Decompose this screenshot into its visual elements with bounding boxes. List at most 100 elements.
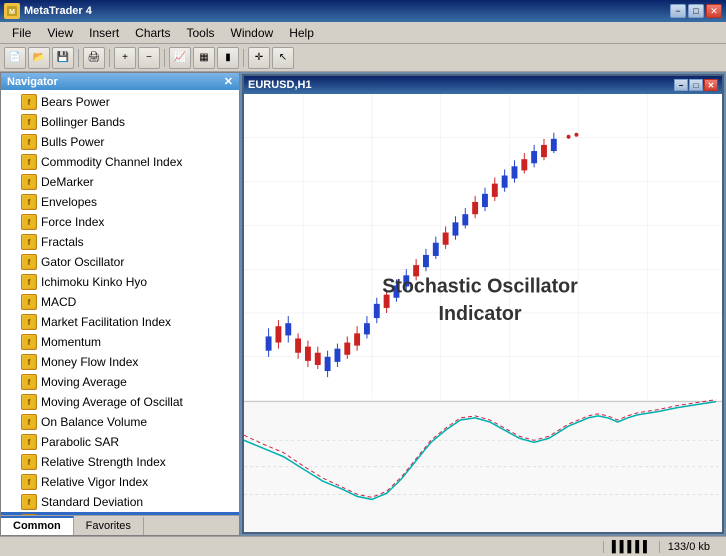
menu-tools[interactable]: Tools: [179, 24, 223, 42]
svg-text:Indicator: Indicator: [439, 303, 522, 325]
toolbar-bar[interactable]: ▦: [193, 47, 215, 69]
toolbar: 📄 📂 💾 🖨 + − 📈 ▦ ▮ ✛ ↖: [0, 44, 726, 72]
tab-favorites[interactable]: Favorites: [74, 516, 144, 535]
close-button[interactable]: ✕: [706, 4, 722, 18]
svg-text:f: f: [28, 378, 31, 387]
workspace: Navigator ✕ fBears PowerfBollinger Bands…: [0, 72, 726, 536]
app-window: M MetaTrader 4 − □ ✕ File View Insert Ch…: [0, 0, 726, 556]
indicator-icon: f: [21, 294, 37, 310]
nav-item[interactable]: fIchimoku Kinko Hyo: [1, 272, 239, 292]
nav-item[interactable]: f Gator Oscillator: [1, 252, 239, 272]
navigator-close-button[interactable]: ✕: [224, 75, 233, 88]
nav-item[interactable]: f Moving Average of Oscillat: [1, 392, 239, 412]
nav-item[interactable]: fBears Power: [1, 92, 239, 112]
svg-text:f: f: [28, 358, 31, 367]
indicator-icon: f: [21, 394, 37, 410]
indicator-icon: f: [21, 174, 37, 190]
nav-item[interactable]: fParabolic SAR: [1, 432, 239, 452]
nav-item[interactable]: f Bulls Power: [1, 132, 239, 152]
toolbar-save[interactable]: 💾: [52, 47, 74, 69]
nav-item[interactable]: f Momentum: [1, 332, 239, 352]
indicator-label: DeMarker: [41, 173, 94, 191]
indicator-label: Force Index: [41, 213, 104, 231]
nav-item[interactable]: fFractals: [1, 232, 239, 252]
indicator-icon: f: [21, 334, 37, 350]
toolbar-new[interactable]: 📄: [4, 47, 26, 69]
svg-text:f: f: [28, 258, 31, 267]
restore-button[interactable]: □: [688, 4, 704, 18]
indicator-icon: f: [21, 254, 37, 270]
indicator-label: Bulls Power: [41, 133, 104, 151]
svg-text:f: f: [28, 478, 31, 487]
svg-text:f: f: [28, 218, 31, 227]
svg-text:f: f: [28, 118, 31, 127]
svg-text:f: f: [28, 158, 31, 167]
svg-text:f: f: [28, 498, 31, 507]
inner-restore[interactable]: □: [689, 79, 703, 91]
toolbar-zoom-in[interactable]: +: [114, 47, 136, 69]
app-icon: M: [4, 3, 20, 19]
indicator-icon: f: [21, 354, 37, 370]
inner-minimize[interactable]: −: [674, 79, 688, 91]
nav-item[interactable]: fMACD: [1, 292, 239, 312]
indicator-icon: f: [21, 194, 37, 210]
toolbar-zoom-out[interactable]: −: [138, 47, 160, 69]
toolbar-sep3: [164, 49, 165, 67]
menu-insert[interactable]: Insert: [81, 24, 127, 42]
svg-text:f: f: [28, 138, 31, 147]
nav-item[interactable]: f Market Facilitation Index: [1, 312, 239, 332]
menu-view[interactable]: View: [39, 24, 81, 42]
indicator-icon: f: [21, 154, 37, 170]
svg-text:f: f: [28, 438, 31, 447]
indicator-icon: f: [21, 114, 37, 130]
minimize-button[interactable]: −: [670, 4, 686, 18]
svg-text:f: f: [28, 398, 31, 407]
nav-item[interactable]: fCommodity Channel Index: [1, 152, 239, 172]
nav-item[interactable]: fMoving Average: [1, 372, 239, 392]
chart-container: Stochastic Oscillator Indicator: [244, 94, 722, 532]
nav-item[interactable]: fRelative Strength Index: [1, 452, 239, 472]
indicator-icon: f: [21, 94, 37, 110]
toolbar-sep4: [243, 49, 244, 67]
bars-icon: ▌▌▌▌▌: [603, 541, 659, 553]
svg-text:f: f: [28, 198, 31, 207]
app-title: MetaTrader 4: [24, 5, 92, 17]
toolbar-arrow[interactable]: ↖: [272, 47, 294, 69]
svg-text:f: f: [28, 318, 31, 327]
toolbar-crosshair[interactable]: ✛: [248, 47, 270, 69]
menu-help[interactable]: Help: [281, 24, 322, 42]
menu-charts[interactable]: Charts: [127, 24, 178, 42]
indicator-label: Market Facilitation Index: [41, 313, 171, 331]
toolbar-open[interactable]: 📂: [28, 47, 50, 69]
nav-item[interactable]: fOn Balance Volume: [1, 412, 239, 432]
nav-item[interactable]: fMoney Flow Index: [1, 352, 239, 372]
nav-item[interactable]: f Force Index: [1, 212, 239, 232]
toolbar-print[interactable]: 🖨: [83, 47, 105, 69]
indicator-label: Momentum: [41, 333, 101, 351]
inner-close[interactable]: ✕: [704, 79, 718, 91]
nav-item[interactable]: fDeMarker: [1, 172, 239, 192]
nav-item[interactable]: fRelative Vigor Index: [1, 472, 239, 492]
nav-list[interactable]: fBears PowerfBollinger BandsfBulls Power…: [1, 90, 239, 515]
toolbar-sep1: [78, 49, 79, 67]
title-bar: M MetaTrader 4 − □ ✕: [0, 0, 726, 22]
indicator-label: Gator Oscillator: [41, 253, 124, 271]
menu-window[interactable]: Window: [223, 24, 282, 42]
title-bar-left: M MetaTrader 4: [4, 3, 92, 19]
toolbar-candle[interactable]: ▮: [217, 47, 239, 69]
menu-file[interactable]: File: [4, 24, 39, 42]
indicator-label: Moving Average of Oscillat: [41, 393, 183, 411]
indicator-icon: f: [21, 134, 37, 150]
indicator-label: Bears Power: [41, 93, 110, 111]
nav-item[interactable]: fStandard Deviation: [1, 492, 239, 512]
nav-item[interactable]: fBollinger Bands: [1, 112, 239, 132]
nav-item[interactable]: f Envelopes: [1, 192, 239, 212]
indicator-label: Envelopes: [41, 193, 97, 211]
toolbar-chart[interactable]: 📈: [169, 47, 191, 69]
indicator-icon: f: [21, 374, 37, 390]
navigator-title: Navigator: [7, 76, 58, 88]
svg-text:f: f: [28, 338, 31, 347]
menu-bar: File View Insert Charts Tools Window Hel…: [0, 22, 726, 44]
tab-common[interactable]: Common: [1, 516, 74, 535]
indicator-label: Relative Strength Index: [41, 453, 166, 471]
